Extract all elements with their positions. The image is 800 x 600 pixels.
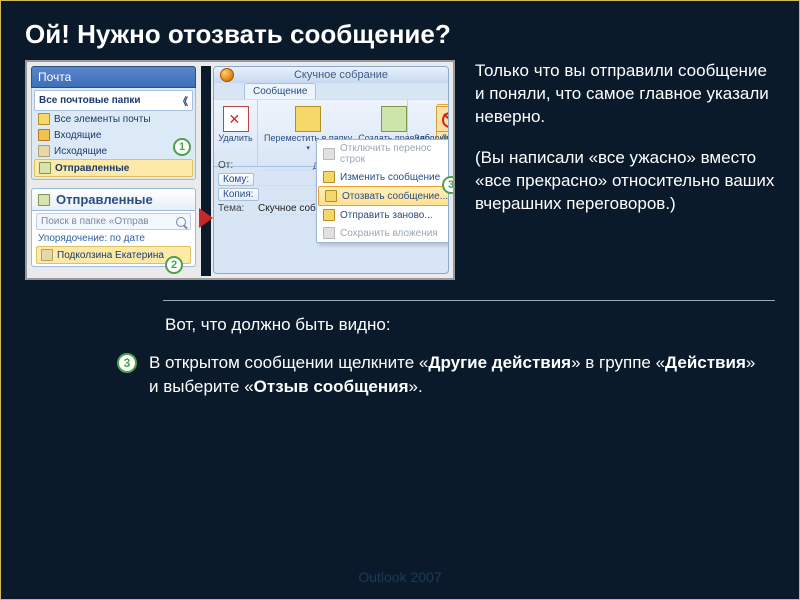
- menu-edit-message[interactable]: Изменить сообщение: [317, 168, 449, 186]
- search-input[interactable]: Поиск в папке «Отправ: [36, 213, 191, 230]
- edit-icon: [323, 171, 335, 183]
- save-icon: [323, 227, 335, 239]
- block-icon: [436, 106, 449, 132]
- step-3-text: В открытом сообщении щелкните «Другие де…: [149, 351, 759, 399]
- block-sender-button[interactable]: Заблокировать отправителя: [414, 104, 449, 143]
- window-titlebar: Скучное собрание: [214, 67, 448, 83]
- recall-icon: [325, 190, 337, 202]
- step-3-row: 3 В открытом сообщении щелкните «Другие …: [1, 345, 799, 399]
- sort-label[interactable]: Упорядочение: по дате: [36, 230, 191, 246]
- outlook-nav-pane: Почта Все почтовые папки《 Все элементы п…: [31, 66, 196, 267]
- cc-button[interactable]: Копия:: [218, 188, 259, 201]
- from-label: От:: [218, 160, 254, 171]
- menu-toggle-wrap: Отключить перенос строк: [317, 140, 449, 168]
- step-badge-3: 3: [442, 176, 455, 194]
- sent-folder[interactable]: Отправленные: [34, 159, 193, 177]
- resend-icon: [323, 209, 335, 221]
- footer-watermark: Outlook 2007: [1, 569, 799, 585]
- subheading: Вот, что должно быть видно:: [1, 315, 799, 345]
- chevron-down-icon: 《: [178, 93, 188, 108]
- delete-icon: [223, 106, 249, 132]
- step-badge-3-body: 3: [117, 353, 137, 373]
- ribbon-delete-group: Удалить: [214, 100, 258, 166]
- sent-icon: [38, 194, 50, 206]
- sent-icon: [39, 162, 51, 174]
- divider-bar: [201, 66, 211, 276]
- embedded-screenshot: Почта Все почтовые папки《 Все элементы п…: [25, 60, 455, 280]
- window-title: Скучное собрание: [240, 69, 442, 81]
- outbox-folder[interactable]: Исходящие: [34, 143, 193, 159]
- inbox-folder[interactable]: Входящие: [34, 127, 193, 143]
- menu-recall-message[interactable]: Отозвать сообщение...: [318, 186, 449, 206]
- red-arrow-icon: [199, 208, 213, 228]
- wrap-icon: [323, 148, 335, 160]
- rule-icon: [381, 106, 407, 132]
- menu-resend[interactable]: Отправить заново...: [317, 206, 449, 224]
- mail-header: Почта: [31, 66, 196, 88]
- content-row: Почта Все почтовые папки《 Все элементы п…: [1, 60, 799, 280]
- slide-title: Ой! Нужно отозвать сообщение?: [1, 1, 799, 60]
- paragraph-1: Только что вы отправили сообщение и поня…: [475, 60, 775, 129]
- folder-icon: [38, 113, 50, 125]
- message-window: Скучное собрание Сообщение Удалить Пе: [213, 66, 449, 274]
- outbox-icon: [38, 145, 50, 157]
- horizontal-divider: [163, 300, 775, 301]
- step-badge-1: 1: [173, 138, 191, 156]
- to-button[interactable]: Кому:: [218, 173, 254, 186]
- office-orb-icon[interactable]: [220, 68, 234, 82]
- envelope-icon: [41, 249, 53, 261]
- ribbon-tabs: Сообщение: [214, 83, 448, 99]
- tab-message[interactable]: Сообщение: [244, 83, 316, 99]
- description-column: Только что вы отправили сообщение и поня…: [475, 60, 775, 234]
- menu-save-attachments: Сохранить вложения: [317, 224, 449, 242]
- step-badge-2: 2: [165, 256, 183, 274]
- sent-items-header: Отправленные: [31, 188, 196, 211]
- subject-label: Тема:: [218, 203, 254, 215]
- search-icon: [176, 217, 186, 227]
- paragraph-2: (Вы написали «все ужасно» вместо «все пр…: [475, 147, 775, 216]
- folder-list: Все почтовые папки《 Все элементы почты В…: [31, 88, 196, 180]
- all-folders-combo[interactable]: Все почтовые папки《: [34, 90, 193, 111]
- all-mail-items[interactable]: Все элементы почты: [34, 111, 193, 127]
- delete-button[interactable]: Удалить: [218, 104, 252, 143]
- inbox-icon: [38, 129, 50, 141]
- folder-move-icon: [295, 106, 321, 132]
- other-actions-menu: Отключить перенос строк Изменить сообщен…: [316, 139, 449, 243]
